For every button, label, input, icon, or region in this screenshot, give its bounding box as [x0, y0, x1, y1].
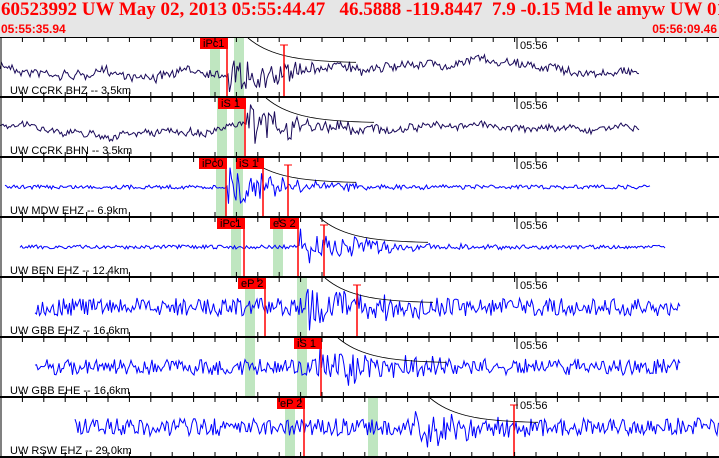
coda-curve	[247, 157, 357, 183]
channel-label: UW RSW EHZ -- 29.0km	[10, 445, 132, 457]
channel-label: UW GBB EHE -- 16.6km	[10, 385, 130, 397]
time-tick-label: 05:56	[520, 340, 548, 352]
channel-panel[interactable]: iS 1 05:56 UW GBB EHE -- 16.6km	[0, 336, 719, 397]
channel-panel[interactable]: iPc1 05:56 UW CCRK BHZ -- 3.5km	[0, 37, 719, 97]
coda-curve	[337, 337, 447, 363]
event-header: 60523992 UW May 02, 2013 05:55:44.47 46.…	[0, 0, 719, 37]
pick-label: eS 2	[273, 218, 296, 230]
channel-label: UW MDW EHZ -- 6.9km	[10, 205, 127, 217]
pick-label: iPc0	[202, 158, 223, 170]
time-tick-label: 05:56	[520, 220, 548, 232]
channel-label: UW GBB EHZ -- 16.6km	[10, 325, 129, 337]
time-tick-label: 05:56	[520, 160, 548, 172]
channel-panel[interactable]: iS 1 05:56 UW CCRK BHN -- 3.5km	[0, 96, 719, 157]
coda-curve	[247, 37, 357, 63]
waveform-trace	[4, 167, 651, 204]
pick-label: iPc1	[220, 218, 241, 230]
channel-label: UW CCRK BHZ -- 3.5km	[10, 85, 131, 97]
channel-panel[interactable]: eP 2 05:56 UW GBB EHZ -- 16.6km	[0, 276, 719, 337]
seismogram-panels[interactable]: iPc1 05:56 UW CCRK BHZ -- 3.5km iS 1 05:56 UW…	[0, 37, 719, 458]
channel-label: UW CCRK BHN -- 3.5km	[10, 145, 132, 157]
waveform-trace	[74, 411, 719, 448]
pick-label: eP 2	[241, 278, 263, 290]
end-time: 05:56:09.46	[652, 22, 717, 36]
pick-label: iPc1	[203, 38, 224, 50]
waveform-trace	[19, 228, 666, 264]
event-title: 60523992 UW May 02, 2013 05:55:44.47 46.…	[1, 0, 719, 20]
channel-panel[interactable]: iPc1 eS 2 05:56 UW BEN EHZ -- 12.4km	[0, 216, 719, 277]
time-tick-label: 05:56	[520, 400, 548, 412]
start-time: 05:55:35.94	[1, 22, 66, 36]
coda-curve	[265, 97, 375, 123]
time-tick-label: 05:56	[520, 40, 548, 52]
waveform-trace	[34, 348, 681, 386]
pick-label: iS 1	[221, 98, 240, 110]
channel-label: UW BEN EHZ -- 12.4km	[10, 265, 129, 277]
coda-curve	[319, 217, 429, 243]
pick-label: iS 1	[239, 158, 258, 170]
time-tick-label: 05:56	[520, 280, 548, 292]
channel-panel[interactable]: iPc0 iS 1 05:56 UW MDW EHZ -- 6.9km	[0, 156, 719, 217]
pick-label: eP 2	[280, 398, 302, 410]
time-tick-label: 05:56	[520, 100, 548, 112]
pick-label: iS 1	[297, 338, 316, 350]
channel-panel[interactable]: eP 2 05:56 UW RSW EHZ -- 29.0km	[0, 396, 719, 457]
